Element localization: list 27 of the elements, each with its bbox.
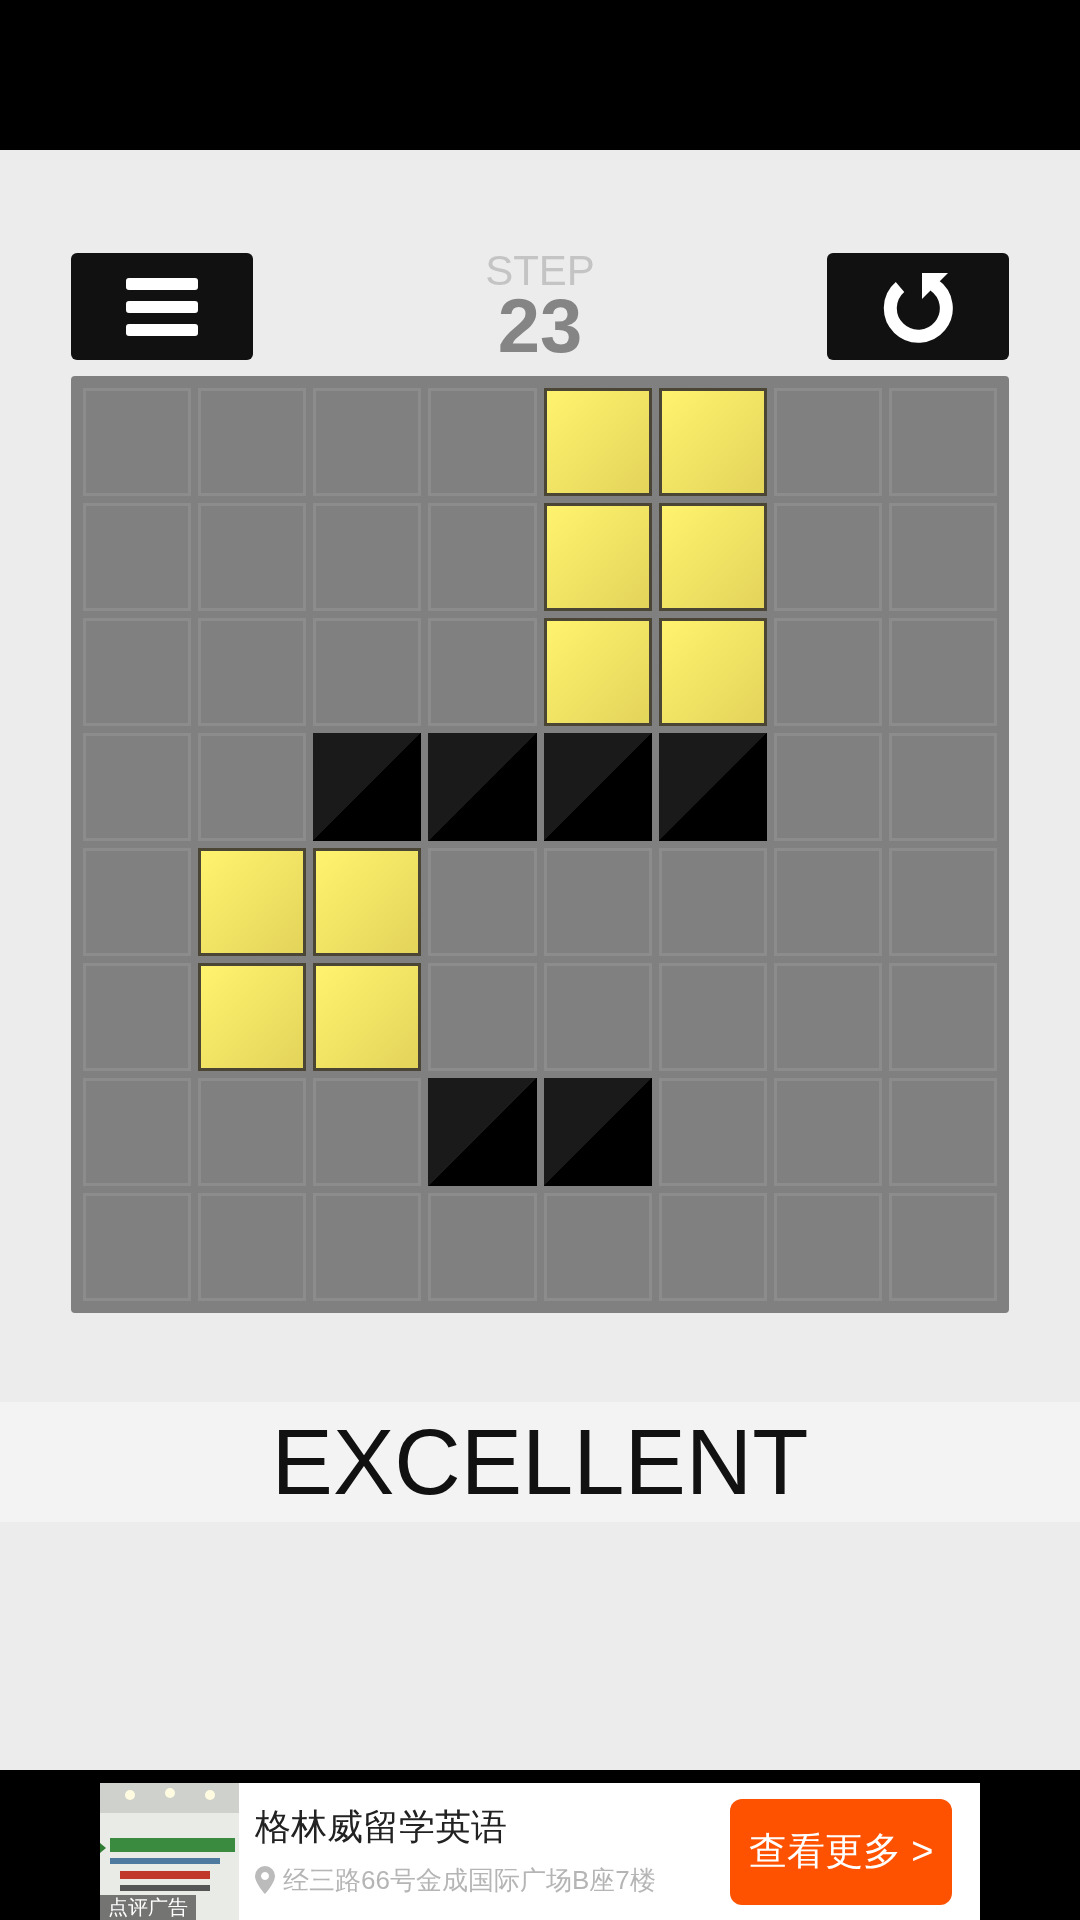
lit-tile[interactable] [313, 848, 422, 956]
lit-tile[interactable] [543, 388, 652, 496]
lit-tile[interactable] [658, 618, 767, 726]
lit-tile[interactable] [198, 963, 307, 1071]
ad-badge: 点评广告 [100, 1895, 196, 1920]
wall-tile[interactable] [428, 733, 537, 841]
ad-banner[interactable]: 点评广告 格林威留学英语 经三路66号金成国际广场B座7楼 查看更多 > [100, 1783, 980, 1920]
wall-tile[interactable] [543, 733, 652, 841]
lit-tile[interactable] [658, 503, 767, 611]
wall-tile[interactable] [313, 733, 422, 841]
rating-text: EXCELLENT [271, 1416, 809, 1508]
lit-tile[interactable] [658, 388, 767, 496]
lit-tile[interactable] [313, 963, 422, 1071]
step-count: 23 [497, 287, 583, 364]
wall-tile[interactable] [428, 1078, 537, 1186]
menu-icon [126, 277, 198, 336]
ad-address: 经三路66号金成国际广场B座7楼 [283, 1863, 656, 1897]
restart-button[interactable] [827, 253, 1009, 360]
location-pin-icon [255, 1866, 275, 1894]
lit-tile[interactable] [198, 848, 307, 956]
lit-tile[interactable] [543, 618, 652, 726]
wall-tile[interactable] [658, 733, 767, 841]
ad-title: 格林威留学英语 [255, 1804, 508, 1849]
lit-tile[interactable] [543, 503, 652, 611]
menu-button[interactable] [71, 253, 253, 360]
restart-icon [882, 270, 954, 343]
wall-tile[interactable] [543, 1078, 652, 1186]
